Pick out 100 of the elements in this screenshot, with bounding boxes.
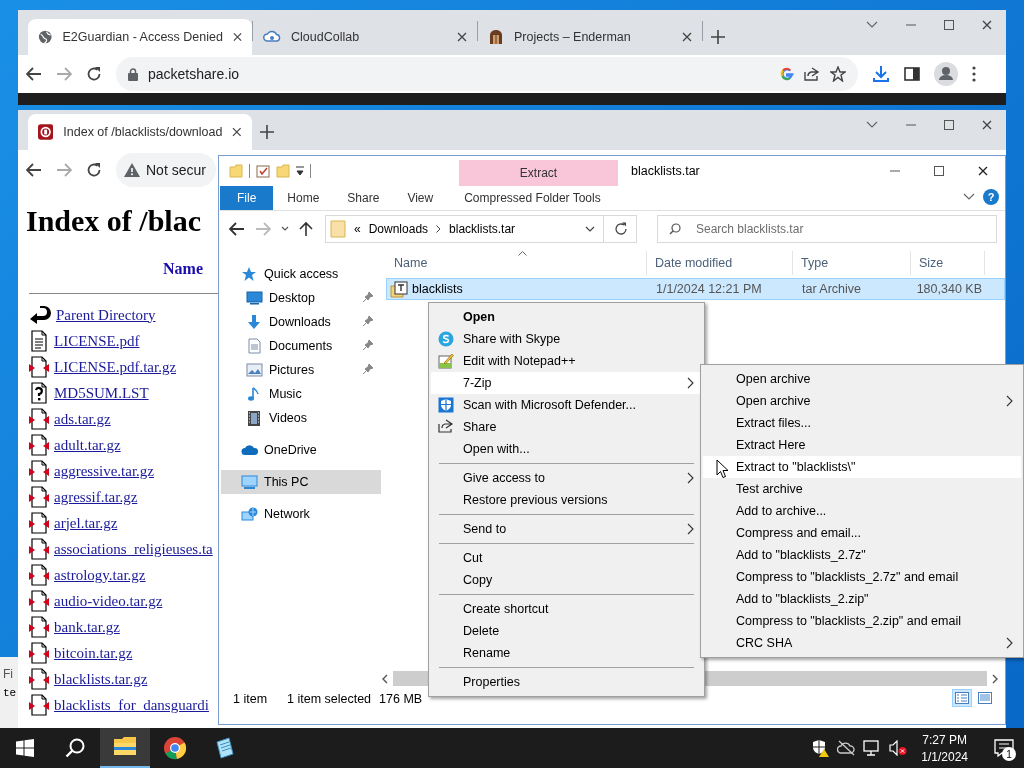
file-link[interactable]: LICENSE.pdf <box>54 332 140 350</box>
close-icon[interactable] <box>982 20 992 30</box>
file-link[interactable]: audio-video.tar.gz <box>54 592 163 610</box>
menu-item[interactable]: Open with... <box>431 438 702 460</box>
menu-item[interactable]: Compress to "blacklists_2.zip" and email <box>703 610 1021 632</box>
back-arrow-icon[interactable] <box>26 67 42 81</box>
more-menu-icon[interactable] <box>972 66 976 82</box>
help-button[interactable]: ? <box>983 189 999 205</box>
menu-item[interactable]: Open archive <box>703 368 1021 390</box>
chevron-down-icon[interactable] <box>585 226 595 232</box>
menu-item[interactable]: Add to "blacklists_2.7z" <box>703 544 1021 566</box>
file-link[interactable]: MD5SUM.LST <box>54 384 149 402</box>
tab-search-icon[interactable] <box>866 21 878 29</box>
maximize-icon[interactable] <box>944 120 954 130</box>
menu-item[interactable]: Share with Skype <box>431 328 702 350</box>
file-link[interactable]: Parent Directory <box>56 306 156 324</box>
navigation-item[interactable]: Pictures <box>219 358 381 382</box>
navigation-item[interactable]: Videos <box>219 406 381 430</box>
breadcrumb-item[interactable]: blacklists.tar <box>449 222 516 236</box>
close-icon[interactable] <box>978 166 988 176</box>
search-field[interactable]: Search blacklists.tar <box>657 215 997 243</box>
maximize-icon[interactable] <box>934 166 944 176</box>
address-bar[interactable]: Not secur <box>116 153 216 187</box>
navigation-item[interactable]: Network <box>219 502 381 526</box>
profile-avatar-icon[interactable] <box>934 62 958 86</box>
close-icon[interactable] <box>457 32 467 42</box>
new-tab-icon[interactable] <box>711 30 725 44</box>
file-link[interactable]: agressif.tar.gz <box>54 488 138 506</box>
ribbon-context-tab[interactable]: Extract <box>459 160 618 186</box>
browser-tab[interactable]: Index of /blacklists/download <box>28 114 252 150</box>
ribbon-tab[interactable]: Share <box>333 186 394 210</box>
shield-warning-icon[interactable] <box>811 739 830 757</box>
reload-icon[interactable] <box>86 162 102 178</box>
large-buttons-view-icon[interactable] <box>975 689 995 707</box>
menu-item[interactable]: Properties <box>431 671 702 693</box>
close-icon[interactable] <box>982 120 992 130</box>
file-link[interactable]: arjel.tar.gz <box>54 514 118 532</box>
navigation-item[interactable]: OneDrive <box>219 438 381 462</box>
taskbar-app-button[interactable] <box>100 728 150 768</box>
address-bar[interactable]: « Downloads blacklists.tar <box>325 215 637 243</box>
bookmark-star-icon[interactable] <box>830 66 846 82</box>
menu-item[interactable]: Share <box>431 416 702 438</box>
reload-icon[interactable] <box>86 66 102 82</box>
file-link[interactable]: bank.tar.gz <box>54 618 120 636</box>
back-arrow-icon[interactable] <box>26 163 42 177</box>
side-panel-icon[interactable] <box>904 66 920 82</box>
menu-item[interactable]: Open <box>431 306 702 328</box>
menu-item[interactable]: Add to archive... <box>703 500 1021 522</box>
maximize-icon[interactable] <box>944 20 954 30</box>
file-link[interactable]: blacklists.tar.gz <box>54 670 148 688</box>
menu-item[interactable]: Compress to "blacklists_2.7z" and email <box>703 566 1021 588</box>
expand-ribbon-icon[interactable] <box>963 193 975 201</box>
file-link[interactable]: bitcoin.tar.gz <box>54 644 133 662</box>
navigation-item[interactable]: Documents <box>219 334 381 358</box>
menu-item[interactable]: Edit with Notepad++ <box>431 350 702 372</box>
properties-icon[interactable] <box>256 164 270 178</box>
column-header[interactable]: Date modified <box>647 251 793 275</box>
network-icon[interactable] <box>863 740 882 756</box>
notification-button[interactable]: 1 <box>984 728 1024 768</box>
navigation-item[interactable]: Desktop <box>219 286 381 310</box>
breadcrumb-item[interactable]: Downloads <box>368 222 429 236</box>
tab-search-icon[interactable] <box>866 121 878 129</box>
menu-item[interactable]: Open archive <box>703 390 1021 412</box>
close-icon[interactable] <box>232 127 242 137</box>
chevron-right-icon[interactable] <box>436 225 442 233</box>
scroll-left-icon[interactable] <box>381 673 389 684</box>
file-link[interactable]: ads.tar.gz <box>54 410 111 428</box>
navigation-item[interactable]: Music <box>219 382 381 406</box>
menu-item[interactable]: Copy <box>431 569 702 591</box>
file-link[interactable]: LICENSE.pdf.tar.gz <box>54 358 177 376</box>
breadcrumb-overflow[interactable]: « <box>354 222 361 236</box>
new-tab-icon[interactable] <box>260 125 274 139</box>
browser-tab[interactable]: E2Guardian - Access Denied <box>28 19 252 55</box>
ribbon-tab[interactable]: Home <box>273 186 334 210</box>
file-link[interactable]: associations_religieuses.ta <box>54 540 213 558</box>
column-header[interactable]: Size <box>911 251 985 275</box>
menu-item[interactable]: Compress and email... <box>703 522 1021 544</box>
clock[interactable]: 7:27 PM 1/1/2024 <box>921 732 968 764</box>
ribbon-tab[interactable]: File <box>220 186 274 210</box>
menu-item[interactable]: Test archive <box>703 478 1021 500</box>
navigation-item[interactable]: This PC <box>221 470 381 494</box>
details-view-button[interactable] <box>952 689 972 707</box>
ribbon-tab[interactable]: View <box>393 186 448 210</box>
menu-item[interactable]: Extract to "blacklists\" <box>703 456 1021 478</box>
file-link[interactable]: adult.tar.gz <box>54 436 121 454</box>
file-link[interactable]: astrology.tar.gz <box>54 566 146 584</box>
menu-item[interactable]: Extract Here <box>703 434 1021 456</box>
download-icon[interactable] <box>872 65 890 83</box>
menu-item[interactable]: Send to <box>431 518 702 540</box>
file-link[interactable]: blacklists_for_dansguardi <box>54 696 209 714</box>
menu-item[interactable]: Create shortcut <box>431 598 702 620</box>
navigation-item[interactable]: Quick access <box>219 262 381 286</box>
share-icon[interactable] <box>804 67 820 81</box>
cloud-offline-icon[interactable] <box>837 740 856 756</box>
menu-item[interactable]: Scan with Microsoft Defender... <box>431 394 702 416</box>
menu-item[interactable]: CRC SHA <box>703 632 1021 654</box>
menu-item[interactable]: Add to "blacklists_2.zip" <box>703 588 1021 610</box>
column-header[interactable]: Type <box>793 251 911 275</box>
column-header-link[interactable]: Name <box>163 260 203 278</box>
navigation-item[interactable]: Downloads <box>219 310 381 334</box>
